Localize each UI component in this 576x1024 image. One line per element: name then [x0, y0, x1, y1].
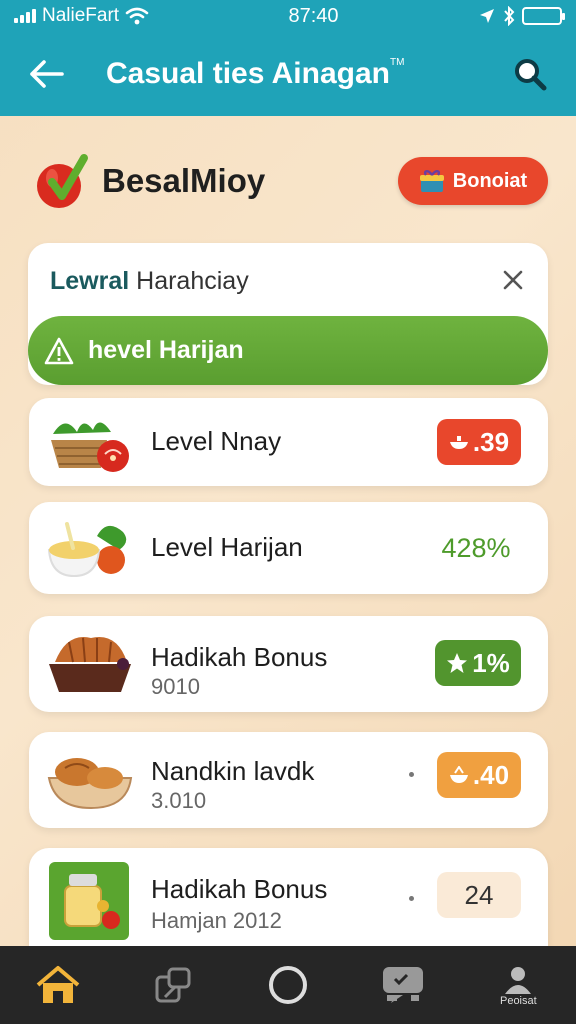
header-card-title: Lewral Harahciay: [50, 267, 249, 296]
page-title-text: Casual ties Ainagan: [106, 57, 390, 90]
nav-center[interactable]: [248, 946, 328, 1024]
search-button[interactable]: [508, 52, 552, 96]
signal-icon: [14, 9, 36, 23]
status-time: 87:40: [288, 4, 339, 27]
croissant-basket-image: [49, 637, 131, 692]
list-item[interactable]: Level Nnay .39: [29, 398, 548, 486]
item-title: Hadikah Bonus: [151, 642, 328, 672]
home-icon: [36, 966, 79, 1003]
nav-profile[interactable]: Peoisat: [478, 946, 558, 1024]
item-title: Level Harijan: [151, 532, 303, 562]
nav-profile-label: Peoisat: [499, 994, 537, 1007]
carrier-label: NalieFart: [42, 5, 120, 26]
item-badge: .39: [437, 419, 521, 465]
bonus-button-label: Bonoiat: [452, 169, 528, 192]
list-item[interactable]: Nandkin lavdk 3.010 .40: [29, 732, 548, 828]
item-badge-value: 428%: [441, 532, 511, 563]
status-bar: NalieFart 87:40: [0, 0, 576, 32]
bread-bowl-image: [47, 758, 133, 810]
chat-icon: [383, 967, 424, 1003]
close-icon: [503, 270, 523, 290]
list-item[interactable]: Hadikah Bonus 9010 1%: [29, 616, 548, 712]
wifi-icon: [125, 7, 149, 25]
item-badge: 24: [437, 872, 521, 918]
vegetable-basket-image: [51, 422, 129, 472]
warning-icon: [44, 337, 74, 364]
item-badge-value: 1%: [472, 647, 510, 678]
item-badge-value: 24: [464, 879, 494, 910]
separator-dot: [409, 772, 414, 777]
profile-icon: [505, 966, 532, 994]
item-badge: 1%: [435, 640, 521, 686]
app-bar: Casual ties AinaganTM: [0, 32, 576, 116]
gift-icon: [419, 170, 444, 192]
item-subtitle: 9010: [151, 674, 200, 699]
bonus-button[interactable]: Bonoiat: [398, 157, 548, 205]
level-banner-text: hevel Harijan: [88, 336, 244, 364]
share-icon: [155, 967, 191, 1003]
item-title: Hadikah Bonus: [151, 874, 328, 904]
item-subtitle: 3.010: [151, 788, 207, 813]
trademark-mark: TM: [389, 57, 405, 68]
location-icon: [479, 9, 494, 23]
bowl-icon: [449, 766, 468, 783]
battery-icon: [521, 7, 565, 25]
bottom-nav: Peoisat: [0, 946, 576, 1024]
bluetooth-icon: [504, 6, 515, 26]
list-item[interactable]: Hadikah Bonus Hamjan 2012 24: [29, 848, 548, 946]
nav-share[interactable]: [133, 946, 213, 1024]
item-badge-value: .40: [472, 759, 510, 790]
jar-card-image: [49, 862, 129, 940]
item-title: Nandkin lavdk: [151, 756, 315, 786]
item-badge: .40: [437, 752, 521, 798]
header-card-title-bold: Lewral: [50, 267, 130, 295]
brand-name: BesalMioy: [102, 162, 266, 199]
item-subtitle: Hamjan 2012: [151, 908, 282, 933]
header-card-title-rest: Harahciay: [129, 267, 249, 295]
level-banner[interactable]: hevel Harijan: [28, 316, 548, 385]
item-title: Level Nnay: [151, 426, 282, 456]
circle-icon: [268, 966, 307, 1004]
separator-dot: [409, 896, 414, 901]
level-header-card: Lewral Harahciay hevel Harijan: [28, 243, 548, 385]
list-item[interactable]: Level Harijan 428%: [29, 502, 548, 594]
search-icon: [515, 59, 547, 91]
brand-row: BesalMioy Bonoiat: [32, 148, 548, 214]
nav-home[interactable]: [18, 946, 98, 1024]
close-button[interactable]: [498, 265, 528, 295]
bowl-icon: [449, 436, 468, 449]
nav-chat[interactable]: [363, 946, 443, 1024]
back-button[interactable]: [24, 52, 68, 96]
item-badge-value: .39: [472, 426, 510, 457]
star-icon: [447, 653, 468, 673]
soup-bowl-image: [47, 522, 127, 578]
item-badge: 428%: [431, 525, 521, 571]
arrow-left-icon: [30, 60, 64, 88]
apple-check-icon: [37, 154, 88, 208]
page-title: Casual ties AinaganTM: [106, 57, 508, 91]
